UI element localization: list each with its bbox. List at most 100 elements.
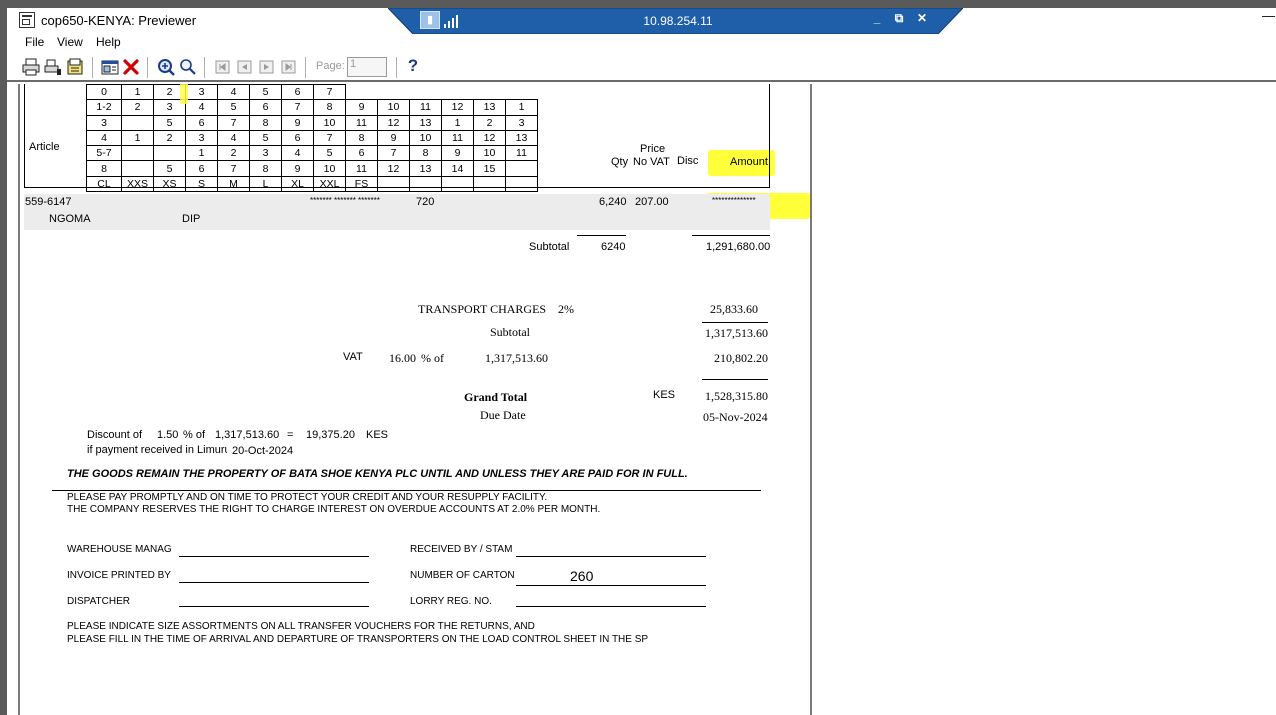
size-grid-cell: 4 [86,129,122,147]
cartons-line [516,585,706,586]
discount-date: 20-Oct-2024 [232,445,294,457]
toolbar-separator [305,57,306,78]
size-grid-cell: 11 [441,129,474,147]
rdp-minimize-button[interactable]: _ [869,11,885,25]
size-grid-cell: 7 [217,114,250,131]
page-number-input[interactable]: 1 [347,57,387,77]
menu-view[interactable]: View [57,34,83,50]
subtotal-label: Subtotal [529,241,570,253]
window-top-border [0,0,1276,8]
grand-total-label: Grand Total [464,390,528,404]
layout-icon[interactable] [101,58,119,76]
size-grid-cell: 4 [185,99,218,116]
size-grid-cell: 0 [86,83,122,101]
size-grid-cell: 11 [505,145,538,162]
subtotal-amount-rule [692,235,770,236]
first-page-icon[interactable] [214,58,232,76]
close-icon[interactable] [122,58,140,76]
size-grid-cell: 13 [409,160,442,177]
size-grid-cell: 11 [345,114,378,131]
size-grid-cell: L [249,175,282,193]
size-grid-cell: 10 [473,145,506,162]
menu-help[interactable]: Help [96,34,121,50]
vat-rule [702,379,768,380]
connection-signal-icon[interactable] [444,14,460,28]
vat-base: 1,317,513.60 [485,351,548,365]
menu-file[interactable]: File [25,34,44,50]
disc-header: Disc [677,155,699,167]
size-grid-cell: 6 [281,83,314,101]
print-setup-icon[interactable] [44,58,62,76]
help-icon[interactable]: ? [404,56,422,78]
size-grid-cell: 13 [505,129,538,147]
printed-by-label: INVOICE PRINTED BY [67,570,171,581]
line-price: 207.00 [635,196,669,208]
size-count: 720 [416,196,435,208]
toolbar-separator [396,57,397,78]
size-grid-cell [377,175,410,193]
toolbar-separator [147,57,148,78]
size-grid-cell: S [185,175,218,193]
last-page-icon[interactable] [280,58,298,76]
size-grid-cell: 3 [249,145,282,162]
size-grid-cell [505,175,538,193]
size-grid-cell: XXL [313,175,346,193]
size-grid-row: 8 5 6 7 8 9 10 11 12 13 14 15 [86,160,538,177]
menu-bar: File View Help [7,34,1276,54]
cartons-value: 260 [570,568,594,584]
size-grid-cell [121,114,154,131]
size-grid-cell: 8 [313,99,346,116]
toolbar-separator [204,57,205,78]
size-grid-cell: 11 [345,160,378,177]
size-grid-cell: 13 [473,99,506,116]
size-grid-cell: 8 [249,160,282,177]
rdp-restore-button[interactable]: ⧉ [891,11,907,26]
transport-pct: 2% [558,302,574,316]
grid-highlight [180,84,188,104]
zoom-in-icon[interactable] [157,58,175,76]
export-icon[interactable] [66,58,84,76]
size-grid-cell: 12 [377,114,410,131]
dispatcher-label: DISPATCHER [67,596,130,607]
size-grid-cell: 1-2 [86,99,122,116]
size-grid-cell: 11 [409,99,442,116]
size-grid-cell [409,84,442,101]
rdp-close-button[interactable]: ✕ [914,11,930,25]
previous-page-icon[interactable] [236,58,254,76]
dispatcher-line [179,606,369,607]
article-code: 559-6147 [25,196,72,208]
due-date-value: 05-Nov-2024 [703,410,768,424]
size-grid-cell: 8 [86,160,122,177]
size-grid-cell: 4 [217,129,250,147]
zoom-out-icon[interactable] [179,58,197,76]
size-grid-cell: XS [153,175,186,193]
article-name: NGOMA [49,213,91,225]
discount-condition: if payment received in Limuru [87,444,227,456]
app-icon [19,12,35,28]
vat-label: VAT [343,351,363,363]
size-grid-cell: 5 [249,129,282,147]
size-grid-cell: 9 [345,99,378,116]
size-grid-cell [505,84,538,101]
minimize-button[interactable]: — [1262,8,1275,23]
size-grid-cell: 7 [281,99,314,116]
size-grid-cell: 6 [281,129,314,147]
size-grid-cell: 6 [249,99,282,116]
property-notice: THE GOODS REMAIN THE PROPERTY OF BATA SH… [67,468,688,480]
transport-label: TRANSPORT CHARGES [418,302,547,316]
previewer-window: cop650-KENYA: Previewer — ▮ 10.98.254.11… [0,0,1276,715]
size-grid-cell: 4 [281,145,314,162]
size-grid-cell: 8 [345,129,378,147]
size-grid-cell: 2 [121,99,154,116]
next-page-icon[interactable] [258,58,276,76]
size-grid-cell: 1 [441,114,474,131]
window-title: cop650-KENYA: Previewer [41,13,197,28]
size-grid-cell: 6 [185,160,218,177]
pin-icon[interactable]: ▮ [420,11,440,29]
size-grid-cell: 2 [217,145,250,162]
invoice-page: 0 1 2 3 4 5 6 7 1-2 2 3 4 5 6 7 8 9 10 11 12 13 1 3 5 6 7 8 9 10 11 12… [0,83,812,715]
size-grid-cell: 9 [377,129,410,147]
size-grid-cell: 1 [505,99,538,116]
print-icon[interactable] [22,58,40,76]
toolbar: Page: 1 ? [7,54,1276,82]
